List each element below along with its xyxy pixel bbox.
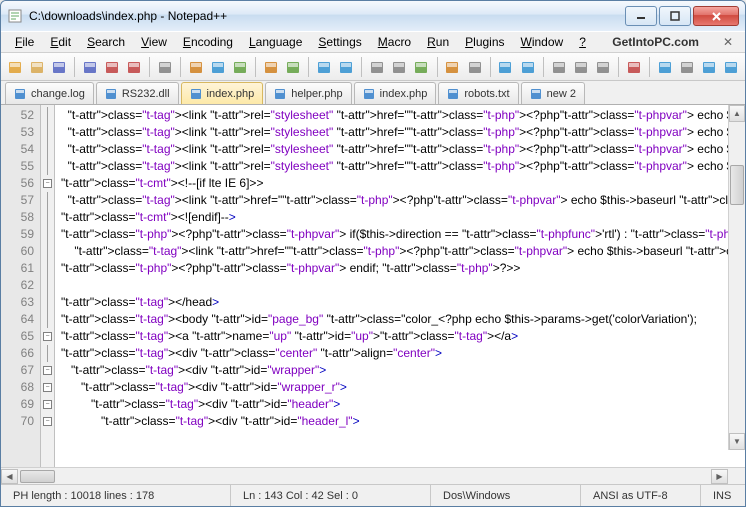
replace-button[interactable] [336, 56, 356, 78]
editor-area: 52535455565758596061626364656667686970 −… [1, 105, 745, 467]
tab-label: new 2 [547, 88, 576, 100]
tab-2[interactable]: index.php [181, 82, 264, 104]
close-all-button[interactable] [124, 56, 144, 78]
redo-button[interactable] [283, 56, 303, 78]
show-all-button[interactable] [464, 56, 484, 78]
file-icon [14, 88, 26, 100]
menu-search[interactable]: Search [79, 33, 133, 51]
menu-edit[interactable]: Edit [42, 33, 79, 51]
minimize-button[interactable] [625, 6, 657, 26]
save-button[interactable] [49, 56, 69, 78]
tab-label: change.log [31, 88, 85, 100]
status-encoding: ANSI as UTF-8 [581, 485, 701, 506]
menu-view[interactable]: View [133, 33, 175, 51]
maximize-button[interactable] [659, 6, 691, 26]
status-position: Ln : 143 Col : 42 Sel : 0 [231, 485, 431, 506]
tab-label: index.php [380, 88, 428, 100]
hscroll-thumb[interactable] [20, 470, 55, 483]
sync-button[interactable] [411, 56, 431, 78]
open-button[interactable] [27, 56, 47, 78]
menu-window[interactable]: Window [513, 33, 572, 51]
tab-bar: change.log RS232.dll index.php helper.php in… [1, 81, 745, 105]
app-icon [7, 8, 23, 24]
save-all-button[interactable] [80, 56, 100, 78]
unfold-button[interactable] [571, 56, 591, 78]
tab-label: RS232.dll [122, 88, 170, 100]
titlebar[interactable]: C:\downloads\index.php - Notepad++ [1, 1, 745, 31]
horizontal-scrollbar[interactable]: ◀ ▶ [1, 467, 745, 484]
tab-0[interactable]: change.log [5, 82, 94, 104]
fold-button[interactable] [548, 56, 568, 78]
vertical-scrollbar[interactable]: ▲ ▼ [728, 105, 745, 450]
fold-column[interactable]: −−−−−− [41, 105, 55, 467]
paste-button[interactable] [230, 56, 250, 78]
next-button[interactable] [699, 56, 719, 78]
menu-plugins[interactable]: Plugins [457, 33, 512, 51]
window-controls [623, 6, 739, 26]
file-icon [190, 88, 202, 100]
tab-label: index.php [207, 88, 255, 100]
new-button[interactable] [5, 56, 25, 78]
file-icon [105, 88, 117, 100]
play-button[interactable] [655, 56, 675, 78]
find-button[interactable] [314, 56, 334, 78]
menu-file[interactable]: File [7, 33, 42, 51]
tab-6[interactable]: new 2 [521, 82, 585, 104]
tab-5[interactable]: robots.txt [438, 82, 518, 104]
file-icon [363, 88, 375, 100]
zoom-in-button[interactable] [367, 56, 387, 78]
print-button[interactable] [155, 56, 175, 78]
menu-macro[interactable]: Macro [370, 33, 419, 51]
scroll-right-icon[interactable]: ▶ [711, 469, 728, 484]
file-icon [530, 88, 542, 100]
brand-text: GetIntoPC.com [612, 35, 699, 49]
close-button[interactable] [102, 56, 122, 78]
tab-label: robots.txt [464, 88, 509, 100]
menu-run[interactable]: Run [419, 33, 457, 51]
menubar: FileEditSearchViewEncodingLanguageSettin… [1, 31, 745, 53]
line-gutter: 52535455565758596061626364656667686970 [1, 105, 41, 467]
scroll-thumb[interactable] [730, 165, 744, 205]
speed-button[interactable] [721, 56, 741, 78]
code-editor[interactable]: "t-attr">class="t-tag"><link "t-attr">re… [55, 105, 745, 467]
tab-4[interactable]: index.php [354, 82, 437, 104]
outdent-button[interactable] [518, 56, 538, 78]
file-icon [274, 88, 286, 100]
menu-encoding[interactable]: Encoding [175, 33, 241, 51]
window-title: C:\downloads\index.php - Notepad++ [29, 9, 623, 23]
copy-button[interactable] [208, 56, 228, 78]
scroll-down-icon[interactable]: ▼ [729, 433, 745, 450]
menu-help[interactable]: ? [571, 33, 594, 51]
toolbar [1, 53, 745, 81]
scroll-up-icon[interactable]: ▲ [729, 105, 745, 122]
playback-button[interactable] [677, 56, 697, 78]
status-length: PH length : 10018 lines : 178 [1, 485, 231, 506]
tab-3[interactable]: helper.php [265, 82, 351, 104]
file-icon [447, 88, 459, 100]
app-window: C:\downloads\index.php - Notepad++ FileE… [0, 0, 746, 507]
word-wrap-button[interactable] [442, 56, 462, 78]
zoom-out-button[interactable] [389, 56, 409, 78]
statusbar: PH length : 10018 lines : 178 Ln : 143 C… [1, 484, 745, 506]
cut-button[interactable] [186, 56, 206, 78]
menu-language[interactable]: Language [241, 33, 310, 51]
menu-settings[interactable]: Settings [310, 33, 369, 51]
indent-button[interactable] [495, 56, 515, 78]
status-mode: INS [701, 485, 745, 506]
menubar-close-icon[interactable]: ✕ [717, 35, 739, 49]
hide-button[interactable] [593, 56, 613, 78]
tab-1[interactable]: RS232.dll [96, 82, 179, 104]
status-eol: Dos\Windows [431, 485, 581, 506]
record-button[interactable] [624, 56, 644, 78]
tab-label: helper.php [291, 88, 342, 100]
close-button[interactable] [693, 6, 739, 26]
scroll-left-icon[interactable]: ◀ [1, 469, 18, 484]
undo-button[interactable] [261, 56, 281, 78]
